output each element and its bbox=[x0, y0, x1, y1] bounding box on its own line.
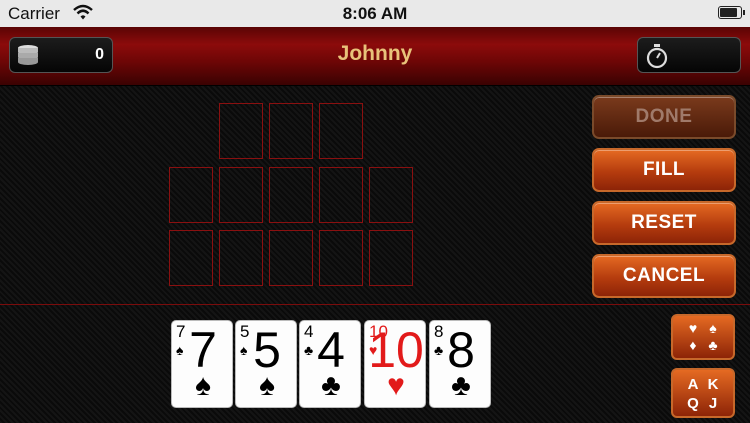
hand-card-4[interactable]: 10 ♥ 10 ♥ bbox=[364, 320, 426, 408]
middle-row-slot-2[interactable] bbox=[219, 167, 263, 223]
hand-card-1[interactable]: 7 ♠ 7 ♠ bbox=[171, 320, 233, 408]
status-bar: Carrier 8:06 AM bbox=[0, 0, 750, 27]
card-rank: 7 bbox=[189, 322, 217, 378]
sort-by-suit-button[interactable]: ♥ ♠ ♦ ♣ bbox=[671, 314, 735, 360]
bottom-row-slot-1[interactable] bbox=[169, 230, 213, 286]
sort-by-rank-button[interactable]: AK QJ bbox=[671, 368, 735, 418]
middle-row-slot-1[interactable] bbox=[169, 167, 213, 223]
suit-sort-icon: ♥ ♠ ♦ ♣ bbox=[683, 320, 723, 354]
timer-display[interactable] bbox=[637, 37, 741, 73]
card-rank: 4 bbox=[317, 322, 345, 378]
hand-card-2[interactable]: 5 ♠ 5 ♠ bbox=[235, 320, 297, 408]
spade-icon: ♠ bbox=[709, 320, 717, 336]
card-rank: 10 bbox=[368, 322, 424, 378]
middle-row-slot-3[interactable] bbox=[269, 167, 313, 223]
middle-row-slot-4[interactable] bbox=[319, 167, 363, 223]
clock: 8:06 AM bbox=[342, 4, 408, 23]
card-suit: ♠ bbox=[259, 369, 275, 402]
bottom-row-slot-4[interactable] bbox=[319, 230, 363, 286]
rank-queen: Q bbox=[687, 395, 699, 412]
rank-sort-icon: AK QJ bbox=[683, 375, 723, 413]
top-row-slot-2[interactable] bbox=[269, 103, 313, 159]
bottom-row-slot-3[interactable] bbox=[269, 230, 313, 286]
rank-jack: J bbox=[708, 395, 718, 412]
battery-fill bbox=[720, 8, 738, 17]
hand-card-5[interactable]: 8 ♣ 8 ♣ bbox=[429, 320, 491, 408]
hand-card-3[interactable]: 4 ♣ 4 ♣ bbox=[299, 320, 361, 408]
bottom-row-slot-2[interactable] bbox=[219, 230, 263, 286]
battery-icon bbox=[718, 6, 745, 19]
rank-ace: A bbox=[687, 376, 699, 393]
top-row-slot-1[interactable] bbox=[219, 103, 263, 159]
rank-king: K bbox=[707, 376, 719, 393]
diamond-icon: ♦ bbox=[689, 337, 697, 353]
bottom-row-slot-5[interactable] bbox=[369, 230, 413, 286]
top-row-slot-3[interactable] bbox=[319, 103, 363, 159]
reset-button[interactable]: RESET bbox=[592, 201, 736, 245]
card-suit: ♣ bbox=[321, 369, 341, 402]
club-icon: ♣ bbox=[708, 337, 718, 353]
card-suit: ♠ bbox=[195, 369, 211, 402]
cancel-button[interactable]: CANCEL bbox=[592, 254, 736, 298]
middle-row-slot-5[interactable] bbox=[369, 167, 413, 223]
card-suit: ♣ bbox=[451, 369, 471, 402]
done-button[interactable]: DONE bbox=[592, 95, 736, 139]
stopwatch-icon bbox=[644, 43, 670, 74]
card-suit: ♥ bbox=[387, 369, 405, 402]
fill-button[interactable]: FILL bbox=[592, 148, 736, 192]
card-rank: 8 bbox=[447, 322, 475, 378]
hand-divider bbox=[0, 304, 750, 305]
card-rank: 5 bbox=[253, 322, 281, 378]
heart-icon: ♥ bbox=[688, 320, 698, 336]
game-header: 0 Johnny bbox=[0, 27, 750, 86]
